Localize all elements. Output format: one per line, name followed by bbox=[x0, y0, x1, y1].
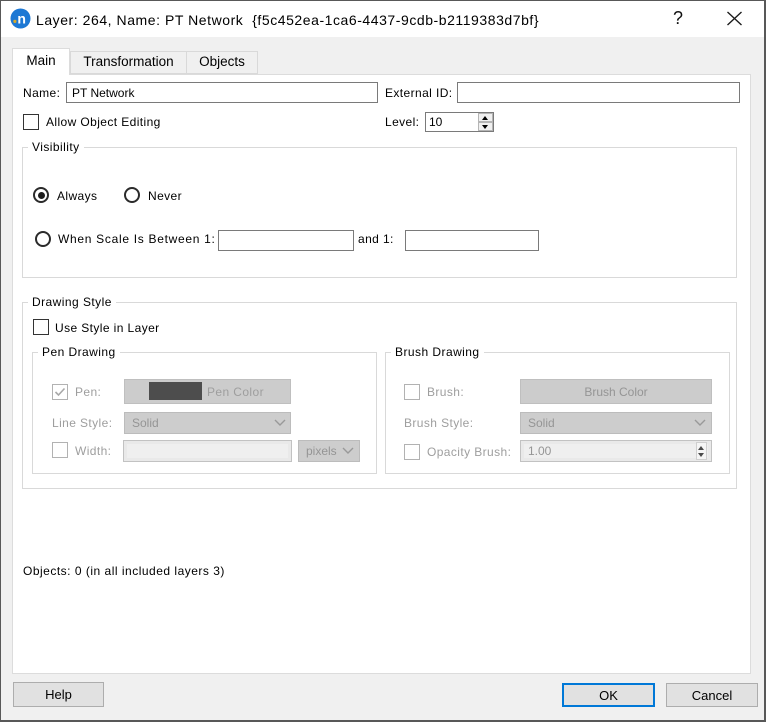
svg-text:n: n bbox=[17, 10, 26, 26]
